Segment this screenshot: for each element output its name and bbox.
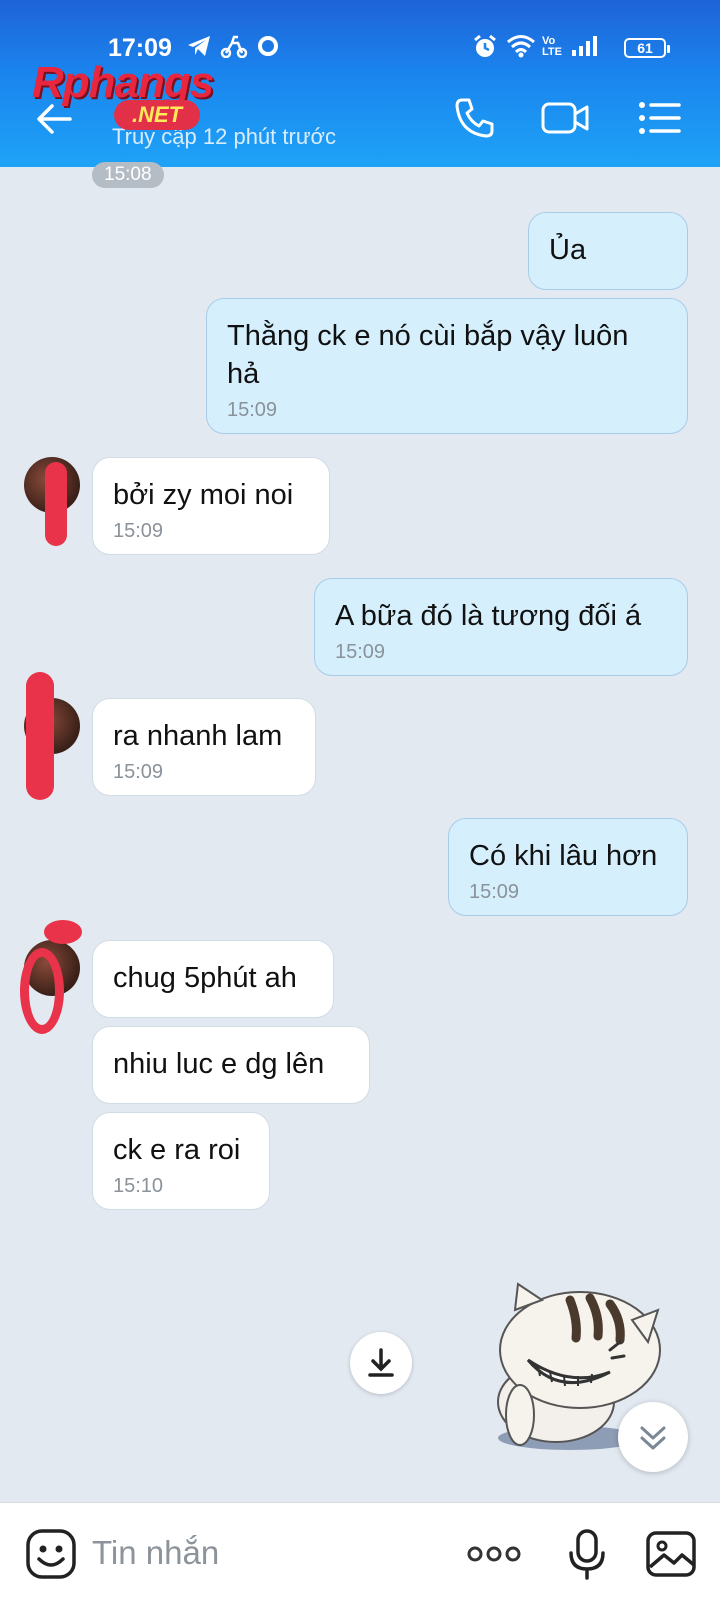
menu-button[interactable] [636,96,686,142]
message-bubble-incoming[interactable]: ck e ra roi 15:10 [92,1112,270,1210]
message-text: nhiu luc e dg lên [113,1048,325,1080]
chat-header: 17:09 Vo LTE 61 Truy cập 12 phút trước R… [0,0,720,167]
message-time: 15:09 [113,520,164,542]
message-time: 15:09 [335,641,386,663]
message-bubble-outgoing[interactable]: Có khi lâu hơn 15:09 [448,818,688,916]
menu-list-icon [639,102,681,134]
delivery-icon [220,34,248,65]
message-bubble-outgoing[interactable]: Thằng ck e nó cùi bắp vậy luôn hả 15:09 [206,298,688,434]
video-call-button[interactable] [540,96,590,142]
message-text: ck e ra roi [113,1134,241,1166]
message-text: Có khi lâu hơn [469,840,658,872]
redaction-mark [44,920,82,944]
signal-icon [570,34,602,65]
redaction-mark [26,672,54,800]
video-call-icon [541,102,589,134]
time-separator: 15:08 [92,162,164,188]
voice-call-button[interactable] [452,96,502,142]
microphone-icon [569,1529,605,1580]
message-time: 15:09 [469,881,520,903]
scroll-to-bottom-button[interactable] [618,1402,688,1472]
image-icon [646,1531,696,1577]
alarm-icon [472,34,498,67]
message-time: 15:09 [113,761,164,783]
message-bubble-incoming[interactable]: ra nhanh lam 15:09 [92,698,316,796]
emoji-icon [26,1529,76,1579]
message-text: chug 5phút ah [113,962,297,994]
battery-indicator: 61 [624,38,670,58]
phone-icon [455,98,494,138]
message-text: A bữa đó là tương đối á [335,600,642,632]
message-text: Ủa [549,234,587,266]
watermark-logo-sub: .NET [114,100,201,130]
redaction-mark [45,462,67,546]
emoji-button[interactable] [24,1527,78,1581]
message-text: bởi zy moi noi [113,479,294,511]
more-icon [467,1546,521,1562]
redaction-mark [20,948,64,1034]
message-time: 15:10 [113,1175,164,1197]
volte-label: Vo LTE [542,35,562,58]
chevron-down-double-icon [640,1426,666,1450]
message-text: Thằng ck e nó cùi bắp vậy luôn hả [227,320,629,390]
message-time: 15:09 [227,399,278,421]
more-button[interactable] [466,1527,521,1581]
wifi-icon [506,34,536,65]
message-bubble-outgoing[interactable]: Ủa [528,212,688,290]
message-input[interactable] [92,1531,452,1575]
message-bubble-incoming[interactable]: chug 5phút ah [92,940,334,1018]
message-input-bar [0,1502,720,1600]
message-bubble-incoming[interactable]: bởi zy moi noi 15:09 [92,457,330,555]
message-bubble-outgoing[interactable]: A bữa đó là tương đối á 15:09 [314,578,688,676]
sync-icon [256,34,280,65]
download-icon [368,1348,394,1377]
voice-message-button[interactable] [560,1527,614,1581]
gallery-button[interactable] [644,1527,698,1581]
message-bubble-incoming[interactable]: nhiu luc e dg lên [92,1026,370,1104]
download-button[interactable] [350,1332,412,1394]
message-text: ra nhanh lam [113,720,283,752]
